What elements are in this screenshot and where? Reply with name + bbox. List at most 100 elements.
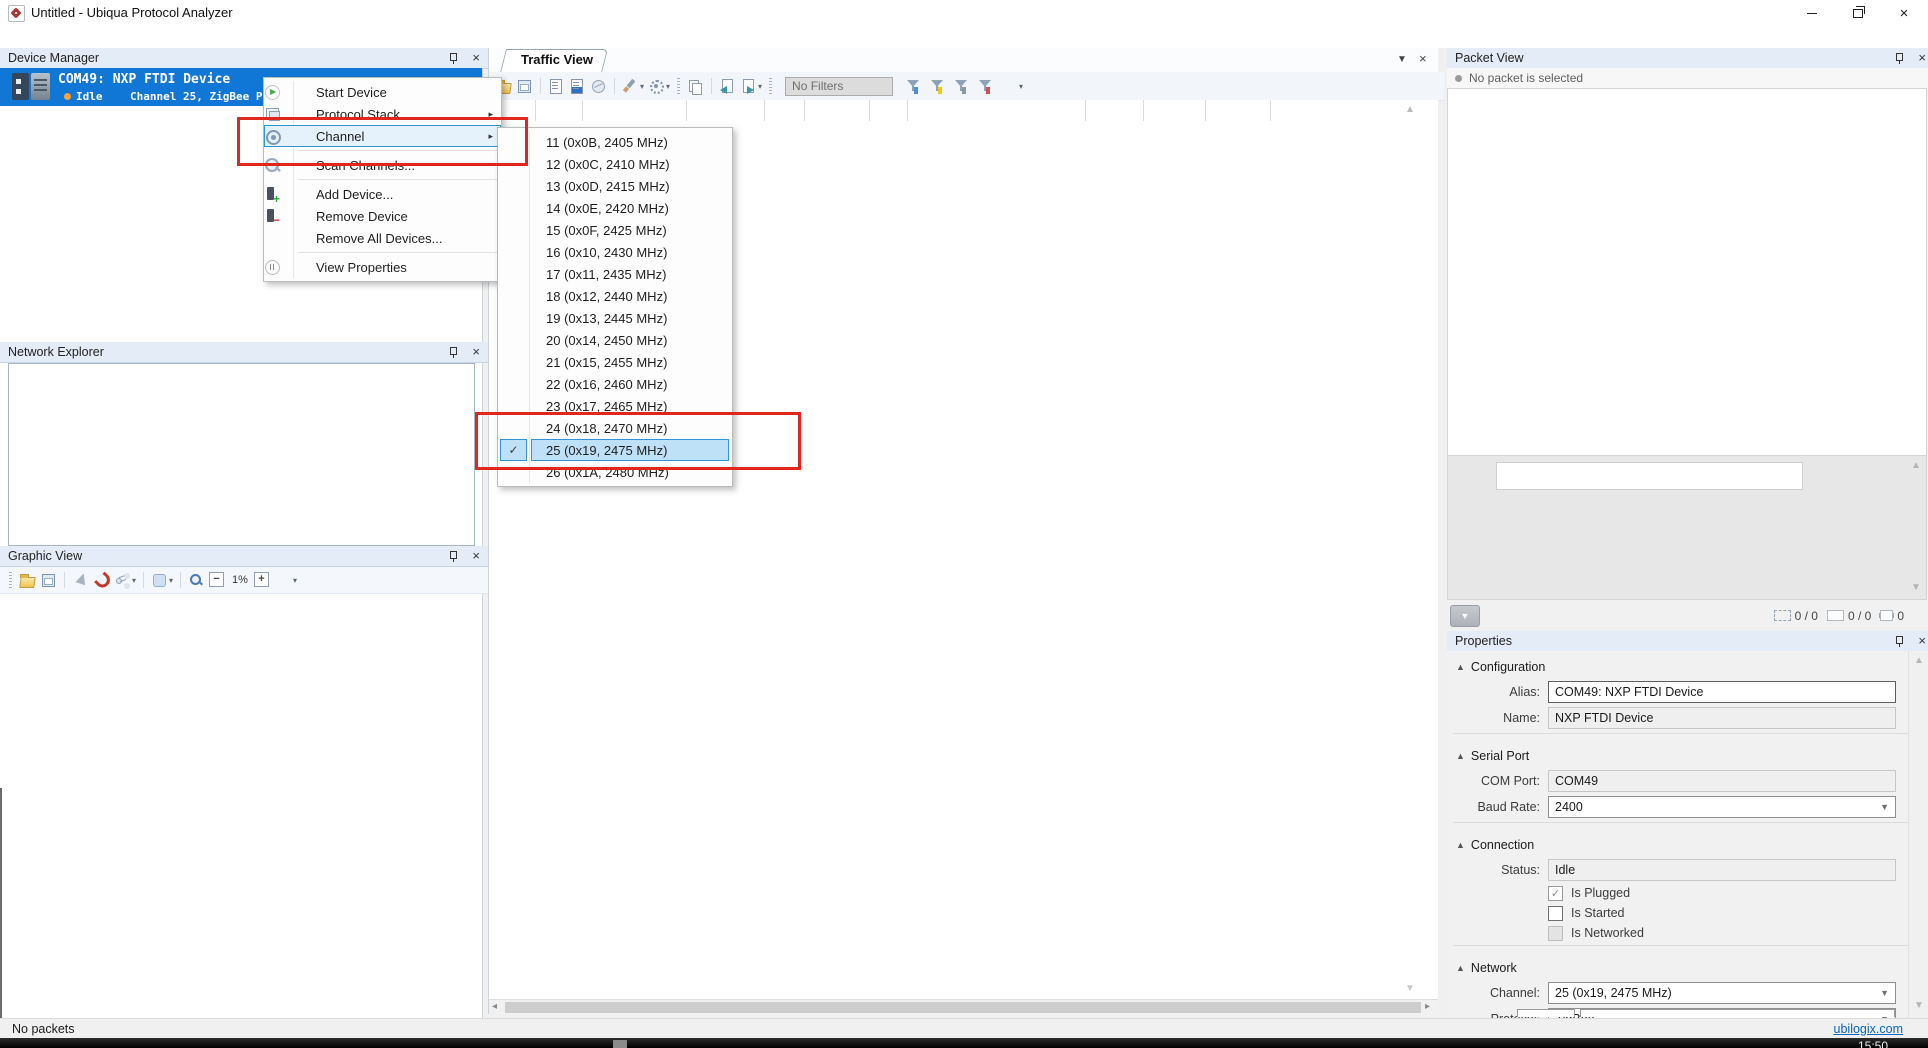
scroll-down-icon[interactable]: ▼ <box>1405 983 1415 994</box>
scroll-down-icon[interactable]: ▼ <box>1911 582 1921 593</box>
toolbar-button[interactable]: ▾ <box>188 572 205 589</box>
close-icon[interactable]: × <box>472 346 480 358</box>
collapse-arrow-icon[interactable]: ▲ <box>1456 840 1465 850</box>
scroll-right-icon[interactable]: ▸ <box>1425 1001 1430 1012</box>
pin-icon[interactable] <box>449 52 458 64</box>
channel-menu-item[interactable]: ✓ 20 (0x14, 2450 MHz) <box>498 329 732 351</box>
toolbar-button[interactable]: ▾ <box>19 572 36 589</box>
toolbar-button[interactable]: ▾ <box>711 78 712 94</box>
properties-row[interactable]: ▲ Channel: Channel: 25 (0x19, 2475 MHz) … <box>1447 981 1928 1005</box>
field-input[interactable]: 25 (0x19, 2475 MHz) ▼ <box>1548 982 1896 1004</box>
toolbar-button[interactable]: ▾ <box>180 572 181 588</box>
column-header[interactable] <box>1086 100 1144 121</box>
toolbar-button[interactable]: ▾ <box>769 78 772 94</box>
properties-row[interactable]: ▲ ▼ <box>1453 822 1922 832</box>
toolbar-button[interactable]: ▾ <box>72 572 89 589</box>
column-header[interactable] <box>583 100 687 121</box>
horizontal-scrollbar[interactable]: ◂ ▸ <box>489 999 1438 1015</box>
properties-row[interactable]: ▲ Connection Connection ▼ Connection <box>1447 834 1928 856</box>
toolbar-button[interactable]: ▾ <box>254 572 271 589</box>
scroll-left-icon[interactable]: ◂ <box>492 1001 497 1012</box>
checkbox[interactable] <box>1548 926 1563 941</box>
close-icon[interactable]: × <box>1918 635 1926 647</box>
context-menu-item[interactable]: View Properties ▸ <box>264 256 501 278</box>
checkbox[interactable] <box>1548 906 1563 921</box>
channel-menu-item[interactable]: ✓ 15 (0x0F, 2425 MHz) <box>498 219 732 241</box>
context-menu-item[interactable]: ▸ <box>264 249 501 256</box>
properties-row[interactable]: ▲ Is Plugged Is Plugged ▼ Is Plugged <box>1548 884 1928 902</box>
pin-icon[interactable] <box>449 550 458 562</box>
collapse-arrow-icon[interactable]: ▲ <box>1456 751 1465 761</box>
toolbar-button[interactable]: ▾ <box>40 572 57 589</box>
channel-menu-item[interactable]: ✓ 19 (0x13, 2445 MHz) <box>498 307 732 329</box>
close-icon[interactable]: × <box>472 550 480 562</box>
toolbar-button[interactable]: ▾ <box>740 78 762 95</box>
toolbar-button[interactable]: 1% ▾ <box>230 574 250 586</box>
tab-menu-chevron-icon[interactable]: ▼ <box>1397 54 1407 65</box>
properties-row[interactable]: ▲ Baud Rate: Baud Rate: 2400 ▼ Baud Rate… <box>1447 795 1928 819</box>
toolbar-button[interactable]: ▾ <box>151 572 173 589</box>
minimize-button[interactable] <box>1789 0 1835 26</box>
column-header[interactable] <box>908 100 1086 121</box>
scroll-up-icon[interactable]: ▲ <box>1405 104 1415 115</box>
collapse-arrow-icon[interactable]: ▲ <box>1456 963 1465 973</box>
channel-menu-item[interactable]: ✓ 21 (0x15, 2455 MHz) <box>498 351 732 373</box>
properties-row[interactable]: ▲ Is Started Is Started ▼ Is Started <box>1548 904 1928 922</box>
toolbar-button[interactable]: ▾ <box>143 572 144 588</box>
close-icon[interactable]: × <box>472 52 480 64</box>
chevron-down-icon[interactable]: ▼ <box>1880 802 1889 812</box>
toolbar-button[interactable]: ▾ <box>590 78 607 95</box>
context-menu-item[interactable]: ▸ <box>264 176 501 183</box>
column-header[interactable] <box>805 100 870 121</box>
field-input[interactable]: 2400 ▼ <box>1548 796 1896 818</box>
column-header[interactable] <box>1144 100 1206 121</box>
pin-icon[interactable] <box>1895 52 1904 64</box>
scroll-down-icon[interactable]: ▼ <box>1914 1000 1924 1011</box>
toolbar-button[interactable]: ▾ <box>1001 78 1023 95</box>
channel-menu-item[interactable]: ✓ 13 (0x0D, 2415 MHz) <box>498 175 732 197</box>
channel-menu-item[interactable]: ✓ 12 (0x0C, 2410 MHz) <box>498 153 732 175</box>
column-header[interactable] <box>687 100 765 121</box>
toolbar-button[interactable]: ▾ <box>114 572 136 589</box>
properties-row[interactable]: ▲ Network Network ▼ Network <box>1447 957 1928 979</box>
column-header[interactable] <box>536 100 583 121</box>
toolbar-button[interactable]: ▾ <box>953 78 970 95</box>
column-header[interactable] <box>765 100 805 121</box>
close-icon[interactable]: × <box>1918 52 1926 64</box>
scroll-up-icon[interactable]: ▲ <box>1914 655 1924 666</box>
properties-row[interactable]: ▲ Is Networked Is Networked ▼ Is Network… <box>1548 924 1928 942</box>
properties-row[interactable]: ▲ Status: Status: Idle ▼ Status: <box>1447 858 1928 882</box>
properties-row[interactable]: ▲ COM Port: COM Port: COM49 ▼ COM Port: <box>1447 769 1928 793</box>
close-button[interactable]: × <box>1881 0 1927 26</box>
context-menu-item[interactable]: Start Device ▸ <box>264 81 501 103</box>
toolbar-button[interactable]: ▾ <box>9 572 12 588</box>
field-input[interactable]: COM49 ▼ <box>1548 770 1896 792</box>
channel-menu-item[interactable]: ✓ 18 (0x12, 2440 MHz) <box>498 285 732 307</box>
context-menu-item[interactable]: Remove All Devices... ▸ <box>264 227 501 249</box>
toolbar-button[interactable]: ▾ <box>905 78 922 95</box>
toolbar-button[interactable]: ▾ <box>719 78 736 95</box>
toolbar-button[interactable]: ▾ <box>275 572 297 589</box>
toolbar-button[interactable]: ▾ <box>569 78 586 95</box>
toolbar-button[interactable]: ▾ <box>977 78 994 95</box>
channel-menu-item[interactable]: ✓ 11 (0x0B, 2405 MHz) <box>498 131 732 153</box>
channel-menu-item[interactable]: ✓ 14 (0x0E, 2420 MHz) <box>498 197 732 219</box>
properties-row[interactable]: ▲ Serial Port Serial Port ▼ Serial Port <box>1447 745 1928 767</box>
chevron-down-icon[interactable]: ▼ <box>1880 988 1889 998</box>
toolbar-button[interactable]: ▾ <box>516 78 533 95</box>
field-input[interactable]: NXP FTDI Device ▼ <box>1548 707 1896 729</box>
pin-icon[interactable] <box>1895 635 1904 647</box>
toolbar-button[interactable]: ▾ <box>687 78 704 95</box>
properties-row[interactable]: ▲ Alias: Alias: COM49: NXP FTDI Device ▼… <box>1447 680 1928 704</box>
scrollbar-thumb[interactable] <box>505 1002 1421 1013</box>
context-menu-item[interactable]: Add Device... ▸ <box>264 183 501 205</box>
filter-input[interactable]: No Filters <box>785 77 893 96</box>
field-input[interactable]: Idle ▼ <box>1548 859 1896 881</box>
field-input[interactable]: COM49: NXP FTDI Device ▼ <box>1548 681 1896 703</box>
restore-button[interactable] <box>1835 0 1881 26</box>
toolbar-button[interactable]: ▾ <box>209 572 226 589</box>
checkbox[interactable] <box>1548 886 1563 901</box>
properties-row[interactable]: ▲ Configuration Configuration ▼ Configur… <box>1447 656 1928 678</box>
expand-button[interactable]: ▼ <box>1450 605 1480 627</box>
properties-row[interactable]: ▲ Name: Name: NXP FTDI Device ▼ Name: <box>1447 706 1928 730</box>
